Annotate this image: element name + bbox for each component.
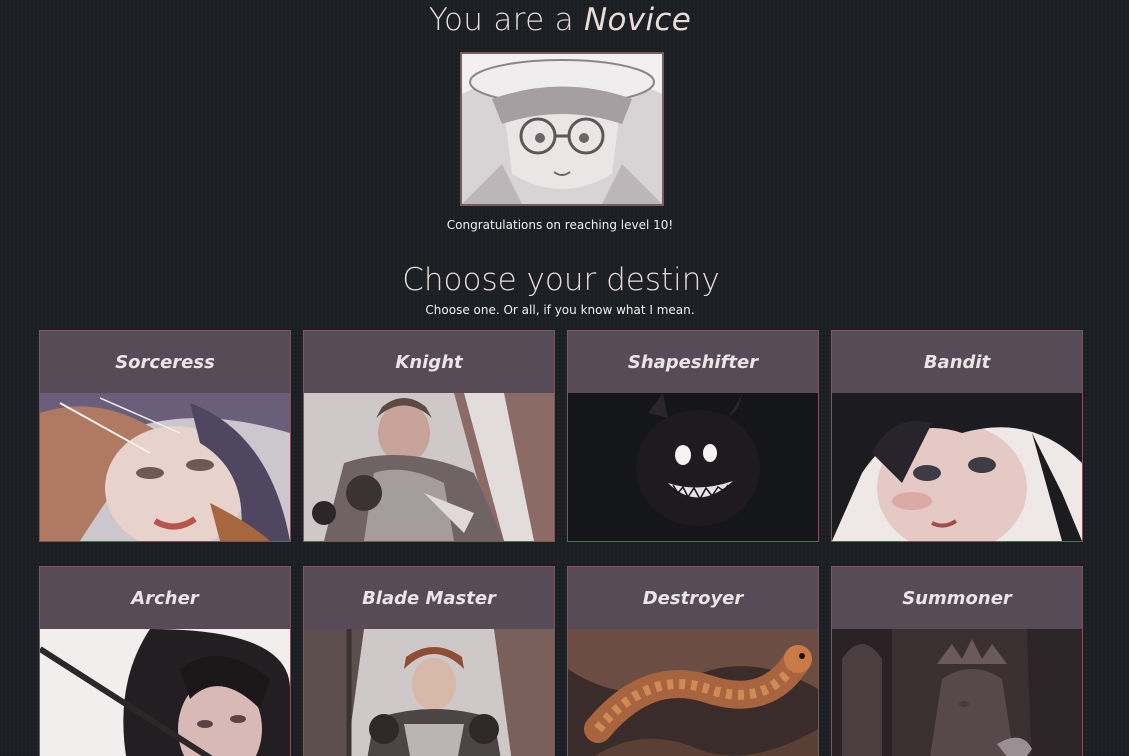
class-card-title: Destroyer [568,567,818,629]
class-card-title: Shapeshifter [568,331,818,393]
rank-title: You are a Novice [0,2,1120,38]
destiny-subtitle: Choose one. Or all, if you know what I m… [425,303,695,317]
destiny-heading: Choose your destiny [402,262,720,298]
class-card-sorceress[interactable]: Sorceress [39,330,291,542]
class-card-destroyer[interactable]: Destroyer [567,566,819,756]
class-card-title: Archer [40,567,290,629]
class-card-shapeshifter[interactable]: Shapeshifter [567,330,819,542]
archer-portrait-image [40,629,290,756]
shapeshifter-portrait-image [568,393,818,541]
class-card-title: Sorceress [40,331,290,393]
summoner-portrait-image [832,629,1082,756]
class-card-title: Knight [304,331,554,393]
rank-name: Novice [584,2,692,38]
knight-portrait-image [304,393,554,541]
class-card-knight[interactable]: Knight [303,330,555,542]
novice-avatar-image [460,52,664,206]
rank-prefix: You are a [428,2,585,38]
class-card-blade-master[interactable]: Blade Master [303,566,555,756]
class-selection-page: You are a Novice Congratulations on reac… [0,0,1129,756]
level-up-message: Congratulations on reaching level 10! [446,218,674,232]
class-card-bandit[interactable]: Bandit [831,330,1083,542]
class-card-title: Summoner [832,567,1082,629]
class-card-title: Bandit [832,331,1082,393]
class-card-title: Blade Master [304,567,554,629]
destroyer-portrait-image [568,629,818,756]
class-card-archer[interactable]: Archer [39,566,291,756]
blade-master-portrait-image [304,629,554,756]
class-card-summoner[interactable]: Summoner [831,566,1083,756]
bandit-portrait-image [832,393,1082,541]
sorceress-portrait-image [40,393,290,541]
